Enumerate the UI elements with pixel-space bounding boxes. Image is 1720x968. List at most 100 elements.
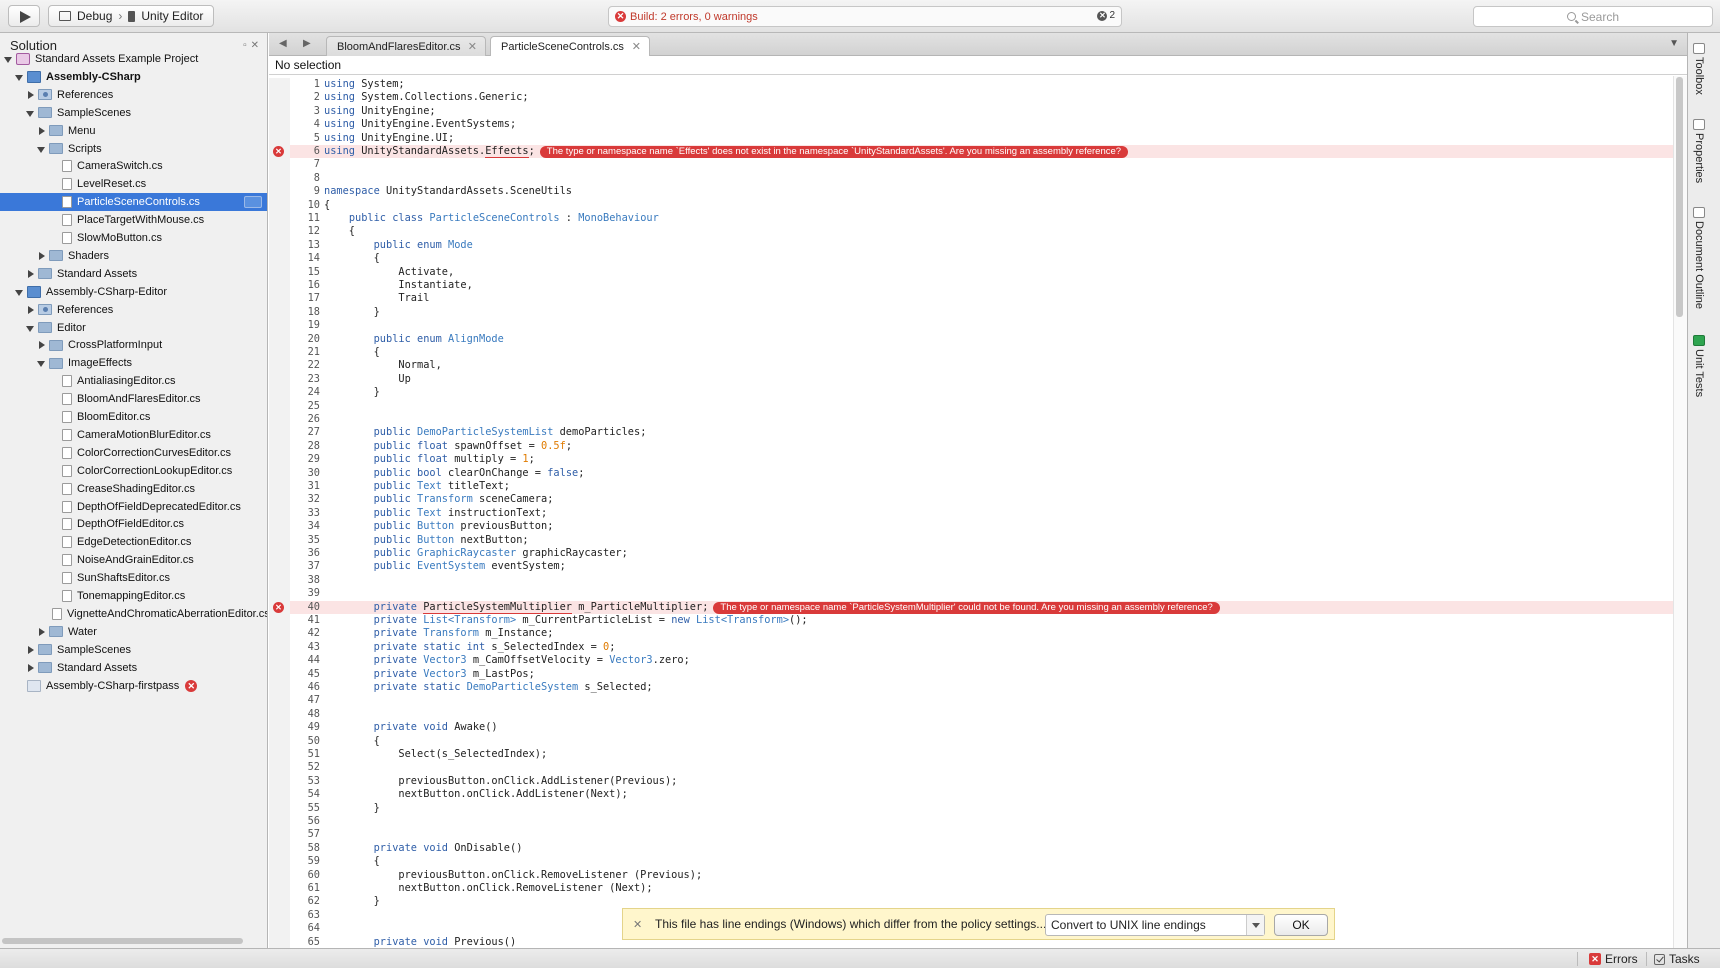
gutter[interactable] [269,426,290,440]
gutter[interactable] [269,895,290,909]
code-line[interactable]: ✕ 40 private ParticleSystemMultiplier m_P… [269,600,1687,614]
code-line[interactable]: 16 Instantiate, [269,279,1687,293]
code-line[interactable]: 7 [269,158,1687,172]
gutter[interactable] [269,439,290,454]
tree-item[interactable]: CameraSwitch.cs [0,157,267,175]
gutter[interactable] [269,171,290,186]
code-line[interactable]: 27 public DemoParticleSystemList demoPar… [269,426,1687,440]
code-line[interactable]: ✕ 6 using UnityStandardAssets.Effects; The … [269,145,1687,159]
tree-item[interactable]: LevelReset.cs [0,175,267,193]
tree-item[interactable]: VignetteAndChromaticAberrationEditor.cs [0,605,267,623]
gutter[interactable] [269,855,290,869]
tree-item[interactable]: PlaceTargetWithMouse.cs [0,211,267,229]
code-line[interactable]: 39 [269,587,1687,601]
code-line[interactable]: 19 [269,319,1687,333]
tree-item[interactable]: Editor [0,319,267,337]
properties-pad-tab[interactable]: Properties [1693,119,1705,183]
gutter[interactable] [269,533,290,547]
gutter[interactable] [269,453,290,467]
gutter[interactable] [269,774,290,789]
code-line[interactable]: 47 [269,694,1687,708]
gutter[interactable] [269,654,290,668]
tree-item[interactable]: ColorCorrectionCurvesEditor.cs [0,444,267,462]
tree-item[interactable]: References [0,301,267,319]
code-line[interactable]: 52 [269,761,1687,775]
gutter[interactable]: ✕ [269,145,290,159]
errors-pad-button[interactable]: ✕ Errors [1589,951,1638,967]
code-editor[interactable]: 1 using System; 2 using System.Collections.… [269,76,1687,948]
code-line[interactable]: 41 private List<Transform> m_CurrentPart… [269,614,1687,628]
code-line[interactable]: 15 Activate, [269,265,1687,279]
tree-item[interactable]: EdgeDetectionEditor.cs [0,533,267,551]
gutter[interactable] [269,104,290,119]
code-line[interactable]: 61 nextButton.onClick.RemoveListener (Ne… [269,882,1687,896]
gutter[interactable] [269,305,290,320]
disclosure-open-icon[interactable] [37,358,47,368]
close-icon[interactable]: ✕ [633,918,649,931]
gutter[interactable] [269,734,290,748]
code-line[interactable]: 60 previousButton.onClick.RemoveListener… [269,868,1687,882]
code-line[interactable]: 51 Select(s_SelectedIndex); [269,748,1687,762]
disclosure-closed-icon[interactable] [26,90,36,100]
code-line[interactable]: 11 public class ParticleSceneControls : … [269,212,1687,226]
tree-item[interactable]: ImageEffects [0,354,267,372]
gutter[interactable] [269,841,290,856]
close-icon[interactable]: ✕ [468,40,477,53]
gutter[interactable] [269,801,290,815]
code-line[interactable]: 34 public Button previousButton; [269,520,1687,534]
gutter[interactable] [269,922,290,936]
code-line[interactable]: 23 Up [269,372,1687,387]
gutter[interactable] [269,265,290,279]
tree-item[interactable]: References [0,86,267,104]
gutter[interactable] [269,413,290,427]
gutter[interactable] [269,667,290,681]
code-line[interactable]: 21 { [269,346,1687,360]
tree-item[interactable]: SampleScenes [0,641,267,659]
gutter[interactable] [269,547,290,561]
gutter[interactable] [269,225,290,239]
gutter[interactable] [269,91,290,105]
code-line[interactable]: 55 } [269,801,1687,815]
tree-item[interactable]: CameraMotionBlurEditor.cs [0,426,267,444]
tree-item[interactable]: CrossPlatformInput [0,336,267,354]
nav-forward-icon[interactable]: ▶ [303,38,311,49]
code-line[interactable]: 2 using System.Collections.Generic; [269,91,1687,105]
code-line[interactable]: 17 Trail [269,292,1687,306]
document-outline-pad-tab[interactable]: Document Outline [1693,207,1705,309]
gutter[interactable]: ✕ [269,600,290,614]
tree-item[interactable]: Shaders [0,247,267,265]
code-line[interactable]: 1 using System; [269,78,1687,92]
disclosure-open-icon[interactable] [15,72,25,82]
tree-item[interactable]: TonemappingEditor.cs [0,587,267,605]
tree-item[interactable]: BloomAndFlaresEditor.cs [0,390,267,408]
tree-item[interactable]: Assembly-CSharp-Editor [0,283,267,301]
gutter[interactable] [269,185,290,199]
code-line[interactable]: 26 [269,413,1687,427]
gutter[interactable] [269,118,290,132]
gutter[interactable] [269,828,290,842]
build-status-bar[interactable]: ✕ Build: 2 errors, 0 warnings ✕ 2 [608,6,1122,27]
line-endings-select[interactable]: Convert to UNIX line endings [1045,914,1265,936]
gear-icon[interactable] [244,196,262,209]
code-line[interactable]: 18 } [269,305,1687,320]
code-line[interactable]: 57 [269,828,1687,842]
code-line[interactable]: 10 { [269,198,1687,212]
code-line[interactable]: 14 { [269,252,1687,266]
disclosure-closed-icon[interactable] [26,269,36,279]
tree-item[interactable]: SunShaftsEditor.cs [0,569,267,587]
tree-item[interactable]: CreaseShadingEditor.cs [0,480,267,498]
gutter[interactable] [269,252,290,266]
gutter[interactable] [269,520,290,534]
gutter[interactable] [269,238,290,253]
gutter[interactable] [269,640,290,655]
tree-item[interactable]: SlowMoButton.cs [0,229,267,247]
tasks-pad-button[interactable]: Tasks [1654,951,1700,967]
code-line[interactable]: 30 public bool clearOnChange = false; [269,466,1687,480]
gutter[interactable] [269,748,290,762]
code-line[interactable]: 42 private Transform m_Instance; [269,627,1687,641]
tree-item[interactable]: BloomEditor.cs [0,408,267,426]
ok-button[interactable]: OK [1274,914,1328,936]
code-line[interactable]: 58 private void OnDisable() [269,841,1687,856]
gutter[interactable] [269,346,290,360]
gutter[interactable] [269,707,290,722]
